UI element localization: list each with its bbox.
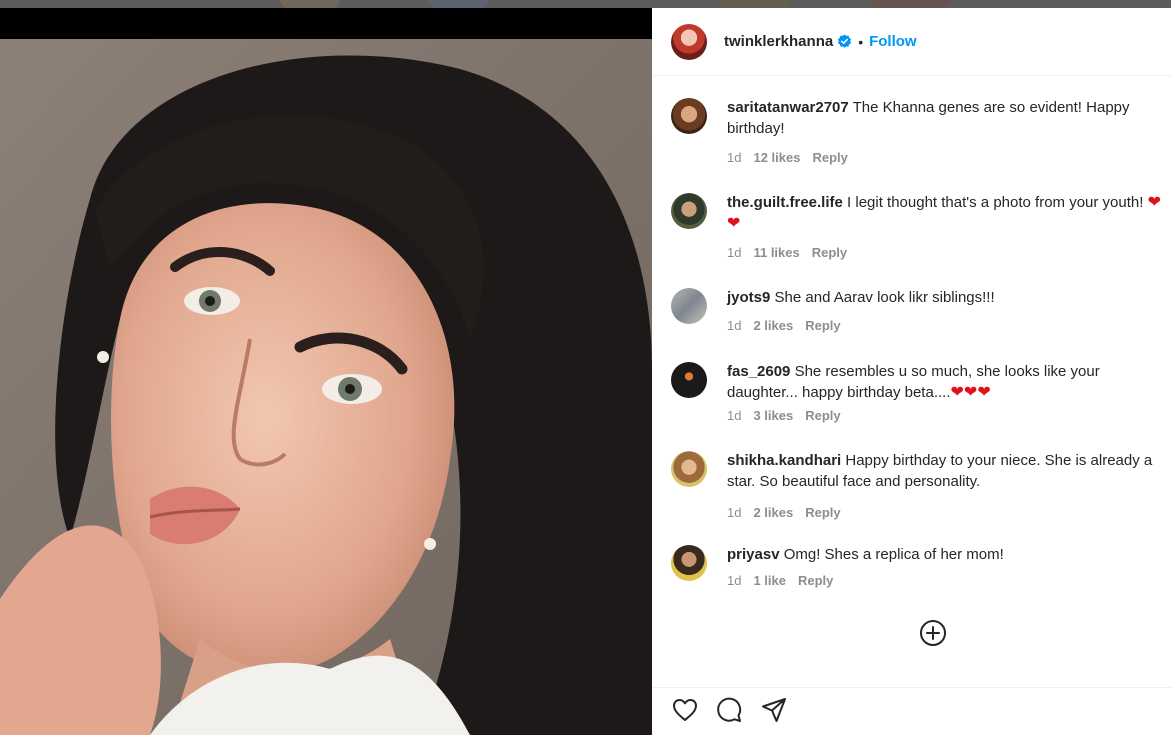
verified-badge-icon bbox=[838, 34, 852, 48]
comment-likes[interactable]: 2 likes bbox=[753, 318, 793, 333]
comment-body: fas_2609 She resembles u so much, she lo… bbox=[727, 362, 1167, 403]
comment-body: the.guilt.free.life I legit thought that… bbox=[727, 193, 1167, 234]
comment-age[interactable]: 1d bbox=[727, 150, 741, 165]
post-media bbox=[0, 8, 652, 735]
comment-body: priyasv Omg! Shes a replica of her mom! bbox=[727, 545, 1167, 566]
comment-age[interactable]: 1d bbox=[727, 408, 741, 423]
heart-emoji: ❤❤❤ bbox=[950, 383, 991, 401]
comment-likes[interactable]: 3 likes bbox=[753, 408, 793, 423]
comment-age[interactable]: 1d bbox=[727, 505, 741, 520]
comment-meta: 1d 3 likes Reply bbox=[727, 408, 841, 423]
comment-reply-button[interactable]: Reply bbox=[812, 150, 847, 165]
comment-meta: 1d 12 likes Reply bbox=[727, 150, 848, 165]
post-photo bbox=[0, 39, 652, 735]
comment-age[interactable]: 1d bbox=[727, 245, 741, 260]
comment-age[interactable]: 1d bbox=[727, 573, 741, 588]
portrait-image bbox=[0, 39, 652, 735]
comment-username[interactable]: shikha.kandhari bbox=[727, 452, 841, 469]
comment-likes[interactable]: 1 like bbox=[753, 573, 786, 588]
post-header: twinklerkhanna • Follow bbox=[652, 8, 1171, 76]
comment-username[interactable]: jyots9 bbox=[727, 289, 770, 306]
comment-likes[interactable]: 2 likes bbox=[753, 505, 793, 520]
plus-circle-icon[interactable] bbox=[919, 619, 947, 647]
post-side-panel: twinklerkhanna • Follow saritatanwar2707… bbox=[652, 8, 1171, 735]
comment-body: saritatanwar2707 The Khanna genes are so… bbox=[727, 98, 1167, 139]
owner-username[interactable]: twinklerkhanna bbox=[724, 33, 833, 50]
comment-reply-button[interactable]: Reply bbox=[798, 573, 833, 588]
owner-avatar[interactable] bbox=[671, 23, 707, 60]
header-separator: • bbox=[858, 33, 864, 50]
comment-body: jyots9 She and Aarav look likr siblings!… bbox=[727, 288, 1167, 309]
commenter-avatar[interactable] bbox=[671, 288, 707, 324]
comment-meta: 1d 2 likes Reply bbox=[727, 505, 841, 520]
comment-reply-button[interactable]: Reply bbox=[812, 245, 847, 260]
paper-plane-icon[interactable] bbox=[760, 696, 788, 724]
commenter-avatar[interactable] bbox=[671, 545, 707, 581]
comment-meta: 1d 1 like Reply bbox=[727, 573, 833, 588]
comment-likes[interactable]: 12 likes bbox=[753, 150, 800, 165]
comment-body: shikha.kandhari Happy birthday to your n… bbox=[727, 451, 1167, 492]
comment-reply-button[interactable]: Reply bbox=[805, 408, 840, 423]
commenter-avatar[interactable] bbox=[671, 98, 707, 134]
comment-username[interactable]: priyasv bbox=[727, 546, 780, 563]
commenter-avatar[interactable] bbox=[671, 451, 707, 487]
post-actions-bar bbox=[652, 687, 1171, 735]
comment-text: Omg! Shes a replica of her mom! bbox=[779, 546, 1004, 563]
comment-text: I legit thought that's a photo from your… bbox=[842, 194, 1148, 211]
comment-reply-button[interactable]: Reply bbox=[805, 318, 840, 333]
follow-button[interactable]: Follow bbox=[869, 33, 917, 50]
comment-username[interactable]: the.guilt.free.life bbox=[727, 194, 843, 211]
comment-meta: 1d 2 likes Reply bbox=[727, 318, 841, 333]
comment-meta: 1d 11 likes Reply bbox=[727, 245, 847, 260]
dimmed-backdrop bbox=[0, 0, 1171, 8]
commenter-avatar[interactable] bbox=[671, 362, 707, 398]
comment-username[interactable]: saritatanwar2707 bbox=[727, 99, 849, 116]
comment-username[interactable]: fas_2609 bbox=[727, 363, 790, 380]
comment-bubble-icon[interactable] bbox=[715, 696, 743, 724]
comment-likes[interactable]: 11 likes bbox=[753, 245, 799, 260]
comment-reply-button[interactable]: Reply bbox=[805, 505, 840, 520]
commenter-avatar[interactable] bbox=[671, 193, 707, 229]
comment-text: She and Aarav look likr siblings!!! bbox=[770, 289, 995, 306]
heart-icon[interactable] bbox=[671, 696, 699, 724]
comment-age[interactable]: 1d bbox=[727, 318, 741, 333]
